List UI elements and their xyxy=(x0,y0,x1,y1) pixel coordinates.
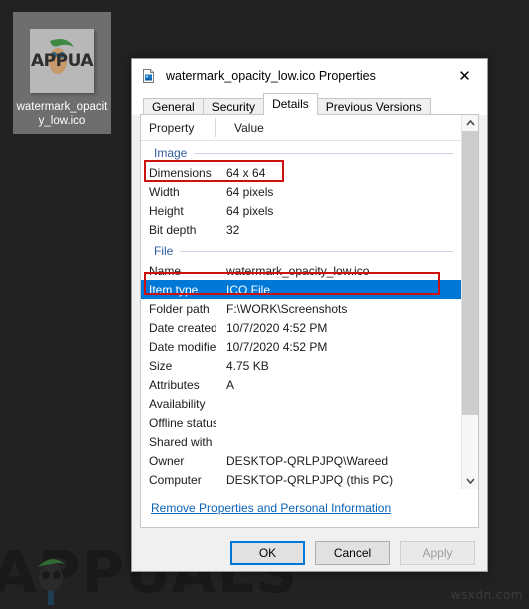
dialog-button-bar: OK Cancel Apply xyxy=(132,528,487,578)
table-row[interactable]: Shared with xyxy=(141,432,461,451)
row-property: Date created xyxy=(149,320,216,335)
remove-properties-link[interactable]: Remove Properties and Personal Informati… xyxy=(151,501,391,515)
row-value: 64 x 64 xyxy=(226,165,266,180)
row-property: Item type xyxy=(149,282,199,297)
ok-button[interactable]: OK xyxy=(230,541,305,565)
scrollbar-thumb[interactable] xyxy=(462,131,478,415)
tab-previous-versions[interactable]: Previous Versions xyxy=(316,98,431,115)
file-properties-dialog: watermark_opacity_low.ico Properties ✕ G… xyxy=(131,58,488,572)
row-property: Bit depth xyxy=(149,222,197,237)
dialog-titlebar: watermark_opacity_low.ico Properties ✕ xyxy=(132,59,487,92)
properties-list-column: Property Value Image Dimensions 64 x 64 … xyxy=(141,115,461,489)
tab-strip: General Security Details Previous Versio… xyxy=(132,92,487,115)
row-property: Availability xyxy=(149,396,206,411)
row-value: A xyxy=(226,377,235,392)
properties-list: Property Value Image Dimensions 64 x 64 … xyxy=(141,115,478,489)
table-row[interactable]: Name watermark_opacity_low.ico xyxy=(141,261,461,280)
chevron-up-icon[interactable] xyxy=(462,115,478,131)
thumbnail-text: APPUALS xyxy=(31,51,94,71)
table-row[interactable]: Offline status xyxy=(141,413,461,432)
table-row[interactable]: Date modified 10/7/2020 4:52 PM xyxy=(141,337,461,356)
table-row[interactable]: Folder path F:\WORK\Screenshots xyxy=(141,299,461,318)
row-value: 4.75 KB xyxy=(226,358,269,373)
table-row[interactable]: Width 64 pixels xyxy=(141,182,461,201)
row-property: Offline status xyxy=(149,415,216,430)
site-watermark: wsxdn.com xyxy=(450,588,523,602)
row-value: DESKTOP-QRLPJPQ\Wareed xyxy=(226,453,389,468)
tab-details[interactable]: Details xyxy=(263,93,318,115)
table-row[interactable]: Owner DESKTOP-QRLPJPQ\Wareed xyxy=(141,451,461,470)
table-row[interactable]: Date created 10/7/2020 4:52 PM xyxy=(141,318,461,337)
row-property: Attributes xyxy=(149,377,200,392)
section-label-file: File xyxy=(154,244,174,258)
row-value: 32 xyxy=(226,222,240,237)
row-value: 10/7/2020 4:52 PM xyxy=(226,339,328,354)
row-property: Shared with xyxy=(149,434,213,449)
row-property: Size xyxy=(149,358,173,373)
ico-file-thumbnail: APPUALS xyxy=(30,29,94,93)
row-value: ICO File xyxy=(226,282,271,297)
section-header-file: File xyxy=(141,241,461,261)
row-value: 64 pixels xyxy=(226,184,274,199)
desktop-background: APPUALS wsxdn.com APPUALS watermark_opac… xyxy=(0,0,529,609)
desktop-icon-label: watermark_opacity_low.ico xyxy=(16,101,108,127)
row-value: 10/7/2020 4:52 PM xyxy=(226,320,328,335)
close-icon[interactable]: ✕ xyxy=(442,59,487,92)
table-row[interactable]: Dimensions 64 x 64 xyxy=(141,163,461,182)
table-row[interactable]: Size 4.75 KB xyxy=(141,356,461,375)
cancel-button[interactable]: Cancel xyxy=(315,541,390,565)
row-value: F:\WORK\Screenshots xyxy=(226,301,348,316)
tab-security[interactable]: Security xyxy=(202,98,265,115)
row-property: Owner xyxy=(149,453,185,468)
table-row[interactable]: Computer DESKTOP-QRLPJPQ (this PC) xyxy=(141,470,461,489)
table-row-selected[interactable]: Item type ICO File xyxy=(141,280,461,299)
appuals-mascot-icon xyxy=(38,559,65,605)
image-file-icon xyxy=(141,68,157,84)
row-value: watermark_opacity_low.ico xyxy=(226,263,370,278)
section-rule xyxy=(180,250,453,252)
apply-button: Apply xyxy=(400,541,475,565)
row-value: 64 pixels xyxy=(226,203,274,218)
desktop-icon-watermark-opacity-low[interactable]: APPUALS watermark_opacity_low.ico xyxy=(13,12,111,134)
row-property: Width xyxy=(149,184,180,199)
scrollbar-track[interactable] xyxy=(462,131,478,473)
dialog-title: watermark_opacity_low.ico Properties xyxy=(166,68,376,83)
column-header-property: Property xyxy=(149,120,195,135)
column-divider xyxy=(215,118,216,137)
table-row[interactable]: Bit depth 32 xyxy=(141,220,461,239)
chevron-down-icon[interactable] xyxy=(462,473,478,489)
column-header-value: Value xyxy=(234,120,264,135)
row-property: Name xyxy=(149,263,182,278)
row-value: DESKTOP-QRLPJPQ (this PC) xyxy=(226,472,394,487)
section-label-image: Image xyxy=(154,146,188,160)
table-row[interactable]: Height 64 pixels xyxy=(141,201,461,220)
table-row[interactable]: Availability xyxy=(141,394,461,413)
row-property: Height xyxy=(149,203,184,218)
table-row[interactable]: Attributes A xyxy=(141,375,461,394)
row-property: Folder path xyxy=(149,301,210,316)
section-rule xyxy=(194,152,453,154)
details-tab-panel: Property Value Image Dimensions 64 x 64 … xyxy=(140,114,479,528)
row-property: Dimensions xyxy=(149,165,212,180)
row-property: Date modified xyxy=(149,339,216,354)
vertical-scrollbar[interactable] xyxy=(461,115,478,489)
section-header-image: Image xyxy=(141,143,461,163)
tab-general[interactable]: General xyxy=(143,98,204,115)
row-property: Computer xyxy=(149,472,202,487)
properties-list-header: Property Value xyxy=(141,115,461,141)
remove-properties-row: Remove Properties and Personal Informati… xyxy=(141,489,478,527)
